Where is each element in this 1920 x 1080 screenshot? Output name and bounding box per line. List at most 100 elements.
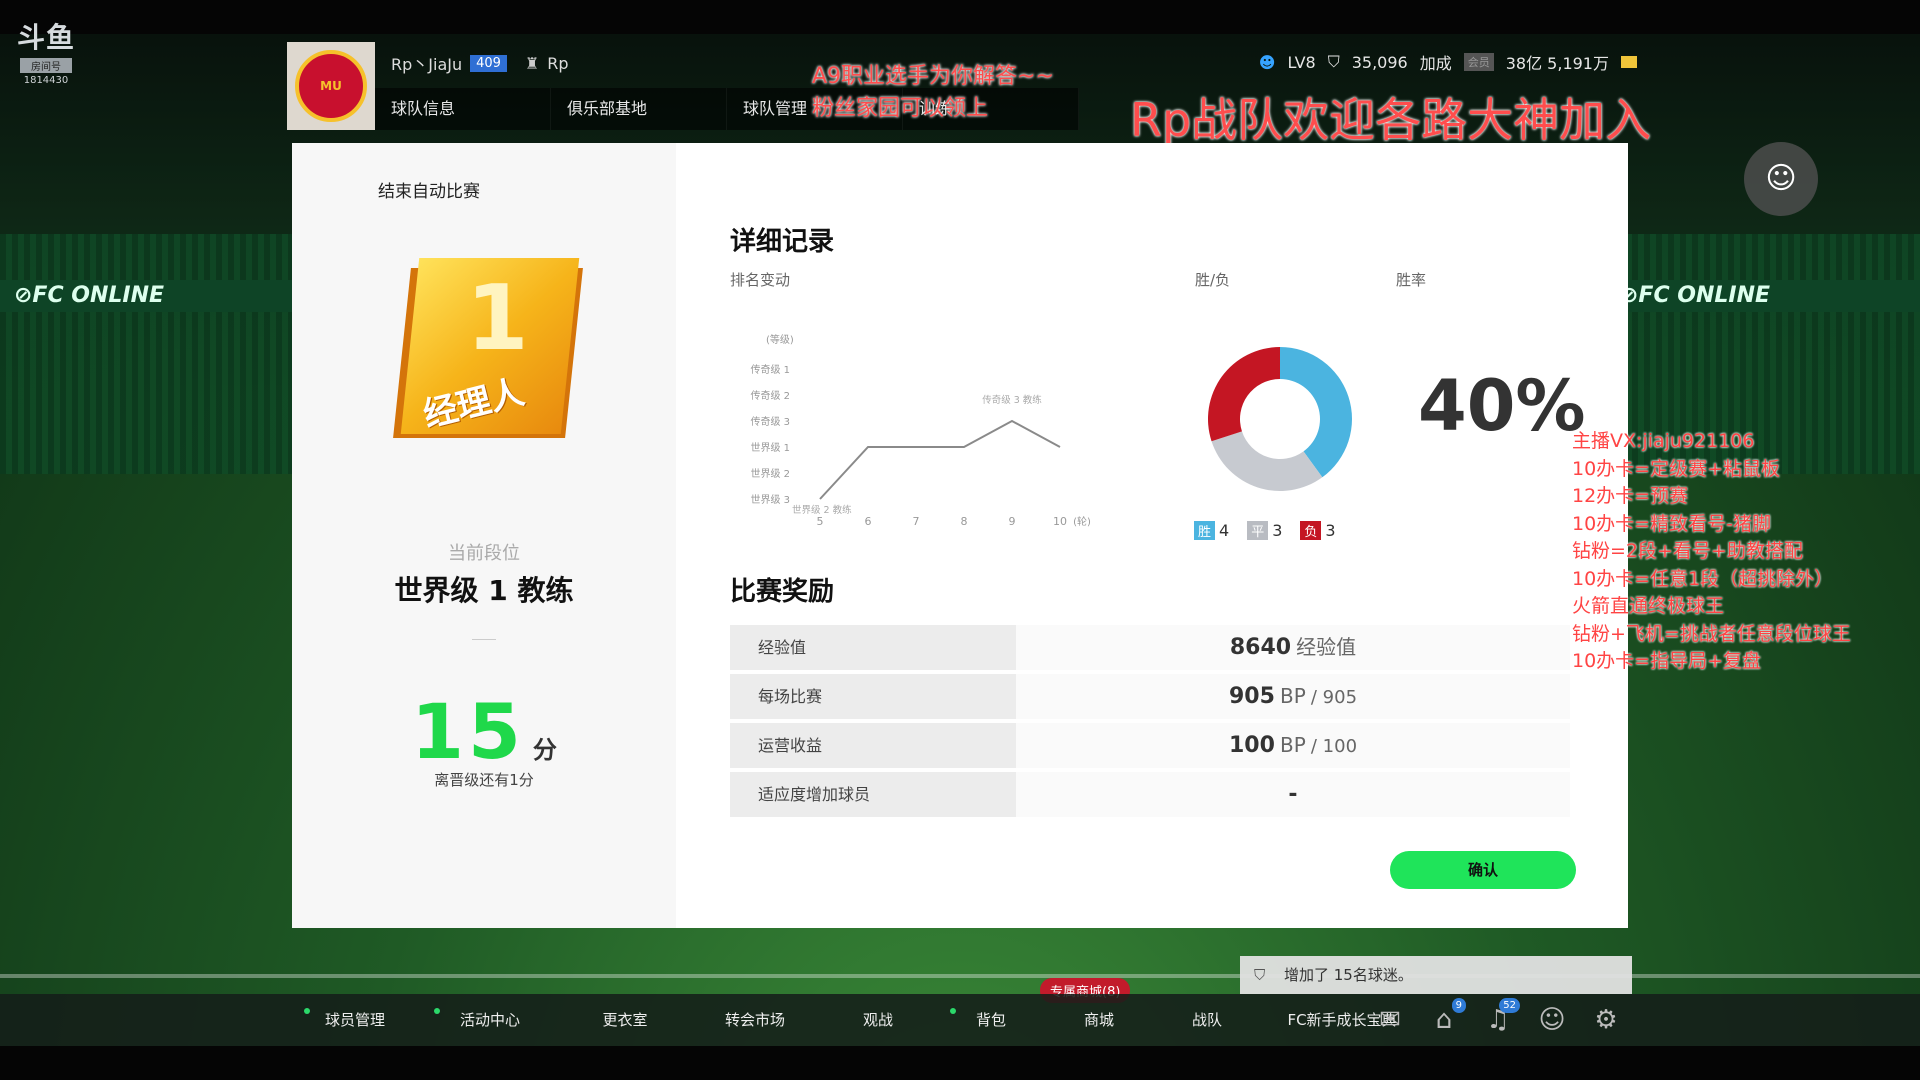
legend-loss-label: 负 <box>1300 521 1322 540</box>
side-list-item: 12办卡=预赛 <box>1572 485 1689 507</box>
donut-slice-draw <box>1211 431 1323 491</box>
reward-label: 运营收益 <box>730 723 1016 768</box>
bp-value: 38亿 5,191万 <box>1505 54 1609 73</box>
fans-count: 35,096 <box>1351 52 1408 72</box>
win-loss-legend: 胜4 平3 负3 <box>1194 521 1336 540</box>
rank-change-label: 排名变动 <box>730 271 791 289</box>
side-list-item: 10办卡=定级赛+粘鼠板 <box>1572 457 1781 480</box>
legend-win-label: 胜 <box>1194 521 1216 540</box>
reward-unit: BP <box>1280 684 1306 708</box>
manager-rank-badge: 1 经理人 <box>393 258 583 458</box>
points-value: 15 <box>411 687 525 776</box>
side-list-item: 10办卡=任意1段（超挑除外） <box>1572 567 1834 590</box>
y-tick-label: 传奇级 1 <box>750 363 790 376</box>
points-unit: 分 <box>532 736 557 764</box>
friends-chat-button[interactable]: ☺ <box>1744 142 1818 216</box>
manager-level: LV8 <box>1287 52 1316 72</box>
win-rate-value: 40% <box>1418 365 1586 447</box>
legend-draw-count: 3 <box>1272 521 1283 540</box>
coin-icon <box>1621 56 1637 68</box>
member-tag: 会员 <box>1463 53 1494 71</box>
reward-row: 经验值 8640 经验值 <box>730 625 1570 670</box>
stream-overlay-banner: Rp战队欢迎各路大神加入 <box>1130 93 1652 147</box>
legend-win: 胜4 <box>1194 521 1229 540</box>
team-icon: ♜ <box>524 53 540 73</box>
room-id: 1814430 <box>23 75 69 86</box>
legend-draw: 平3 <box>1247 521 1282 540</box>
gear-icon[interactable]: ⚙ <box>1592 1006 1620 1034</box>
confirm-button[interactable]: 确认 <box>1390 851 1576 889</box>
reward-row: 适应度增加球员 - <box>730 772 1570 817</box>
user-row: Rp丶JiaJu 409 ♜ Rp <box>391 50 569 76</box>
x-tick-label: 10 <box>1053 515 1067 528</box>
bell-icon[interactable]: ♫ 52 <box>1484 998 1520 1034</box>
nav-shop[interactable]: 商城 <box>1046 994 1152 1046</box>
reward-unit: 经验值 <box>1296 635 1357 659</box>
x-tick-label: 5 <box>817 515 824 528</box>
nav-locker-room[interactable]: 更衣室 <box>560 994 690 1046</box>
pitch-line <box>0 974 1920 978</box>
y-tick-label: 世界级 1 <box>750 442 790 454</box>
divider <box>472 639 496 640</box>
side-list-item: 主播VX:jiaju921106 <box>1572 430 1755 452</box>
manutd-crest-icon: MU <box>295 50 367 122</box>
bottom-nav: 球员管理 活动中心 更衣室 转会市场 观战 背包 商城 战队 FC新手成长宝典 <box>290 994 1422 1046</box>
y-tick-label: 传奇级 3 <box>750 415 790 428</box>
home-icon[interactable]: ⌂ 9 <box>1430 998 1466 1034</box>
reward-label: 经验值 <box>730 625 1016 670</box>
y-tick-label: 世界级 3 <box>750 494 790 506</box>
annotation-label: 传奇级 3 教练 <box>982 394 1042 406</box>
win-loss-donut <box>1208 347 1352 491</box>
boost-label: 加成 <box>1419 54 1452 73</box>
chat-icon[interactable]: ✉ <box>1376 1006 1404 1034</box>
reward-value: 905 BP / 905 <box>1016 674 1570 719</box>
stream-overlay-line2: 粉丝家园可以领上 <box>812 96 989 121</box>
fans-toast: ⛉ 增加了 15名球迷。 <box>1240 956 1632 994</box>
stand-left <box>0 234 300 474</box>
legend-loss-count: 3 <box>1325 521 1336 540</box>
side-list-item: 10办卡=指导局+复盘 <box>1572 650 1762 672</box>
reward-value: 8640 经验值 <box>1016 625 1570 670</box>
toast-text: 增加了 15名球迷。 <box>1284 966 1413 984</box>
reward-amount: 100 <box>1228 733 1275 758</box>
nav-spectate[interactable]: 观战 <box>820 994 936 1046</box>
annotation-label: 世界级 2 教练 <box>792 504 852 516</box>
room-label: 房间号 <box>20 58 72 73</box>
side-list-item: 10办卡=精致看号-猪脚 <box>1572 512 1771 535</box>
reward-table: 经验值 8640 经验值 每场比赛 905 BP / 905 运营收益 100 … <box>730 625 1570 821</box>
fans-icon: ⛉ <box>1327 52 1340 71</box>
club-crest[interactable]: MU <box>287 42 375 130</box>
x-axis-unit: (轮) <box>1073 515 1091 528</box>
rank-line <box>819 419 1061 500</box>
profile-icon[interactable]: ☺ <box>1538 1006 1566 1034</box>
donut-slice-loss <box>1208 347 1280 442</box>
nav-team[interactable]: 战队 <box>1152 994 1262 1046</box>
nav-player-manage[interactable]: 球员管理 <box>290 994 420 1046</box>
fans-icon: ⛉ <box>1254 966 1266 984</box>
legend-loss: 负3 <box>1300 521 1336 540</box>
nav-event-center[interactable]: 活动中心 <box>420 994 560 1046</box>
reward-max: / 905 <box>1310 687 1358 708</box>
side-list-item: 火箭直通终极球王 <box>1572 595 1725 617</box>
smile-icon: ☻ <box>1258 52 1276 72</box>
nav-team-info[interactable]: 球队信息 <box>375 88 551 130</box>
bottom-nav-bar: 球员管理 活动中心 更衣室 转会市场 观战 背包 商城 战队 FC新手成长宝典 … <box>0 994 1920 1046</box>
reward-label: 每场比赛 <box>730 674 1016 719</box>
x-tick-label: 9 <box>1009 515 1016 528</box>
nav-transfer-market[interactable]: 转会市场 <box>690 994 820 1046</box>
nav-bag[interactable]: 背包 <box>936 994 1046 1046</box>
douyu-logo: 斗鱼 房间号 1814430 <box>14 16 78 86</box>
reward-amount: 8640 <box>1229 635 1292 660</box>
rank-points: 15 分 <box>292 687 676 776</box>
x-tick-label: 6 <box>865 515 872 528</box>
side-list-item: 钻粉=2段+看号+助教搭配 <box>1572 540 1803 562</box>
nav-club-base[interactable]: 俱乐部基地 <box>551 88 727 130</box>
reward-row: 每场比赛 905 BP / 905 <box>730 674 1570 719</box>
y-axis-title: (等级) <box>766 333 794 346</box>
bell-badge: 52 <box>1499 998 1520 1013</box>
rank-panel: 结束自动比赛 1 经理人 当前段位 世界级 1 教练 15 分 离晋级还有1分 <box>292 143 676 928</box>
reward-amount: 905 <box>1228 684 1275 709</box>
promotion-note: 离晋级还有1分 <box>434 771 534 789</box>
current-rank-label: 当前段位 <box>448 543 520 564</box>
x-tick-label: 8 <box>961 515 968 528</box>
